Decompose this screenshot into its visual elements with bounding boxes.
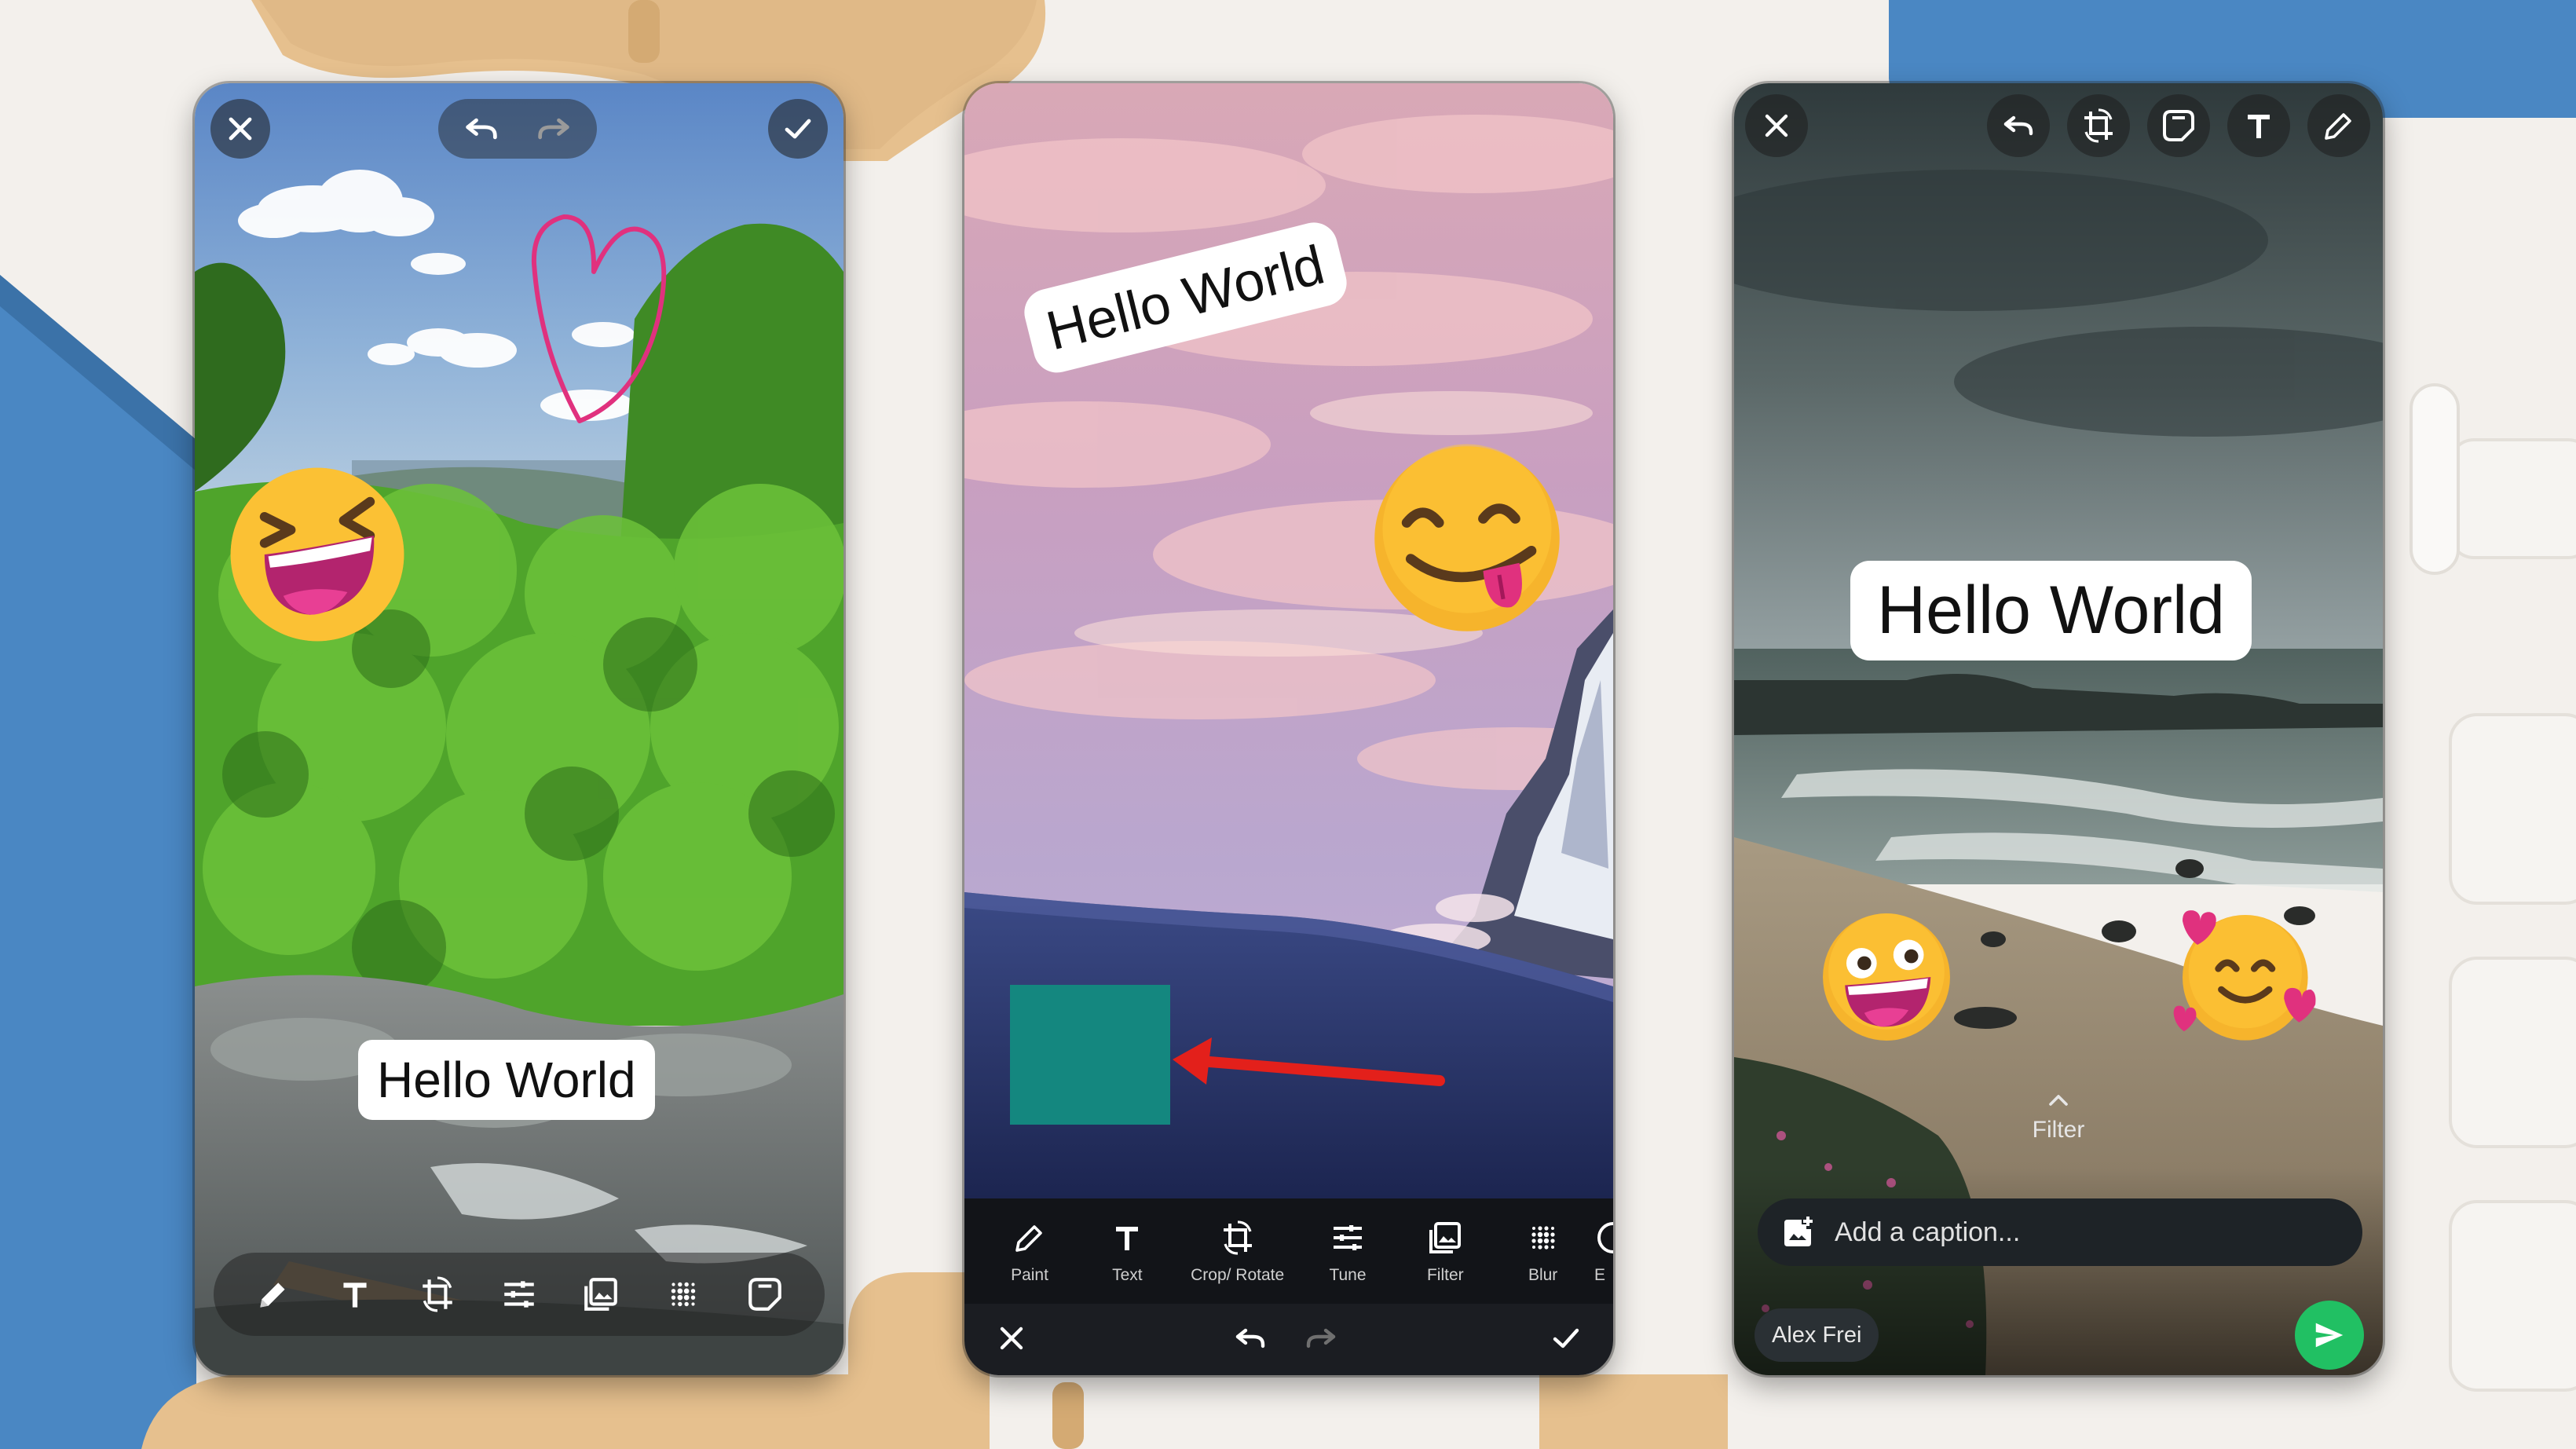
hello-world-text-sticker[interactable]: Hello World <box>358 1040 655 1120</box>
undo-button[interactable] <box>1987 94 2050 157</box>
close-icon <box>1765 114 1788 137</box>
text-button[interactable] <box>2227 94 2290 157</box>
phone-editor-forest: Hello World <box>195 83 843 1375</box>
text-icon <box>1116 1227 1139 1250</box>
squinting-laughing-face-emoji[interactable] <box>223 460 412 649</box>
crop-rotate-icon <box>422 1276 452 1312</box>
close-button[interactable] <box>1745 94 1808 157</box>
crop-rotate-tool[interactable]: Crop/ Rotate <box>1179 1219 1297 1285</box>
paint-tool[interactable]: Paint <box>983 1219 1076 1285</box>
crop-rotate-icon <box>1223 1220 1252 1255</box>
redo-icon <box>1306 1328 1336 1348</box>
tune-icon <box>1333 1225 1362 1250</box>
sticker-tool-button[interactable] <box>745 1275 785 1314</box>
crop-rotate-icon <box>2084 108 2113 143</box>
paint-tool-button[interactable] <box>254 1275 293 1314</box>
text-tool[interactable]: Text <box>1081 1219 1173 1285</box>
done-button[interactable] <box>1547 1319 1585 1357</box>
editor-action-bar <box>964 1304 1613 1375</box>
tune-tool-label: Tune <box>1329 1266 1367 1284</box>
tune-tool[interactable]: Tune <box>1301 1219 1394 1285</box>
filter-swipe-hint[interactable]: Filter <box>1734 1089 2383 1143</box>
filter-tool-button[interactable] <box>581 1275 620 1314</box>
send-icon <box>2315 1323 2344 1348</box>
undo-icon <box>2003 115 2033 136</box>
redo-icon <box>538 118 569 140</box>
emoji-tool-label: E <box>1594 1266 1605 1284</box>
filter-icon <box>1429 1222 1462 1253</box>
close-icon <box>229 117 252 141</box>
undo-button[interactable] <box>461 108 502 149</box>
hello-world-text-sticker[interactable]: Hello World <box>1850 561 2252 660</box>
check-icon <box>785 119 811 139</box>
crop-rotate-tool-button[interactable] <box>418 1275 457 1314</box>
phone-editor-mountain: Hello World Paint Text Crop/ Rotate Tune <box>964 83 1613 1375</box>
undo-button[interactable] <box>1231 1319 1269 1357</box>
close-button[interactable] <box>210 99 270 159</box>
smiling-face-with-hearts-emoji[interactable] <box>2168 900 2317 1049</box>
done-button[interactable] <box>768 99 828 159</box>
sticker-icon <box>2163 110 2194 141</box>
forest-photo <box>195 83 843 1375</box>
redo-button[interactable] <box>533 108 574 149</box>
undo-redo-group <box>438 99 597 159</box>
emoji-icon <box>1597 1222 1613 1253</box>
filter-label: Filter <box>2032 1117 2085 1143</box>
pencil-icon <box>1015 1225 1042 1252</box>
tune-tool-button[interactable] <box>499 1275 539 1314</box>
close-button[interactable] <box>993 1319 1030 1357</box>
caption-bar <box>1758 1198 2362 1266</box>
caption-input[interactable] <box>1835 1217 2306 1248</box>
tune-icon <box>504 1281 534 1308</box>
filter-icon <box>584 1278 618 1311</box>
teal-rectangle-shape <box>1010 985 1170 1125</box>
sticker-icon <box>748 1278 781 1311</box>
blur-tool[interactable]: Blur <box>1497 1219 1590 1285</box>
filter-tool-label: Filter <box>1426 1266 1464 1284</box>
star-struck-grin-face-emoji[interactable] <box>1817 908 1956 1046</box>
pencil-icon <box>2325 113 2351 140</box>
pencil-icon <box>260 1283 285 1308</box>
redo-button[interactable] <box>1302 1319 1340 1357</box>
close-icon <box>1000 1326 1023 1350</box>
text-icon <box>343 1283 368 1308</box>
blur-tool-label: Blur <box>1528 1266 1558 1284</box>
blur-icon <box>1531 1226 1555 1250</box>
chevron-up-icon <box>2049 1095 2068 1106</box>
face-savoring-food-emoji[interactable] <box>1367 438 1568 639</box>
blur-icon <box>671 1282 695 1307</box>
beach-photo <box>1734 83 2383 1375</box>
emoji-tool[interactable]: E <box>1594 1219 1613 1285</box>
blur-tool-button[interactable] <box>664 1275 703 1314</box>
add-photo-icon <box>1784 1217 1813 1246</box>
undo-icon <box>1235 1328 1265 1348</box>
text-tool-button[interactable] <box>335 1275 375 1314</box>
send-button[interactable] <box>2295 1301 2364 1370</box>
filter-tool[interactable]: Filter <box>1399 1219 1491 1285</box>
text-tool-label: Text <box>1112 1266 1143 1284</box>
undo-icon <box>466 118 497 140</box>
text-icon <box>2248 115 2270 138</box>
phone-editor-beach: Hello World Filter Alex Frei <box>1734 83 2383 1375</box>
paint-button[interactable] <box>2307 94 2370 157</box>
paint-tool-label: Paint <box>1011 1266 1048 1284</box>
recipient-chip[interactable]: Alex Frei <box>1755 1308 1879 1362</box>
crop-rotate-tool-label: Crop/ Rotate <box>1191 1266 1285 1284</box>
add-media-button[interactable] <box>1780 1213 1817 1251</box>
editing-toolbar <box>214 1253 825 1336</box>
tools-bar: Paint Text Crop/ Rotate Tune Filter Blur… <box>964 1198 1613 1304</box>
crop-rotate-button[interactable] <box>2067 94 2130 157</box>
check-icon <box>1553 1328 1579 1348</box>
sticker-button[interactable] <box>2147 94 2210 157</box>
